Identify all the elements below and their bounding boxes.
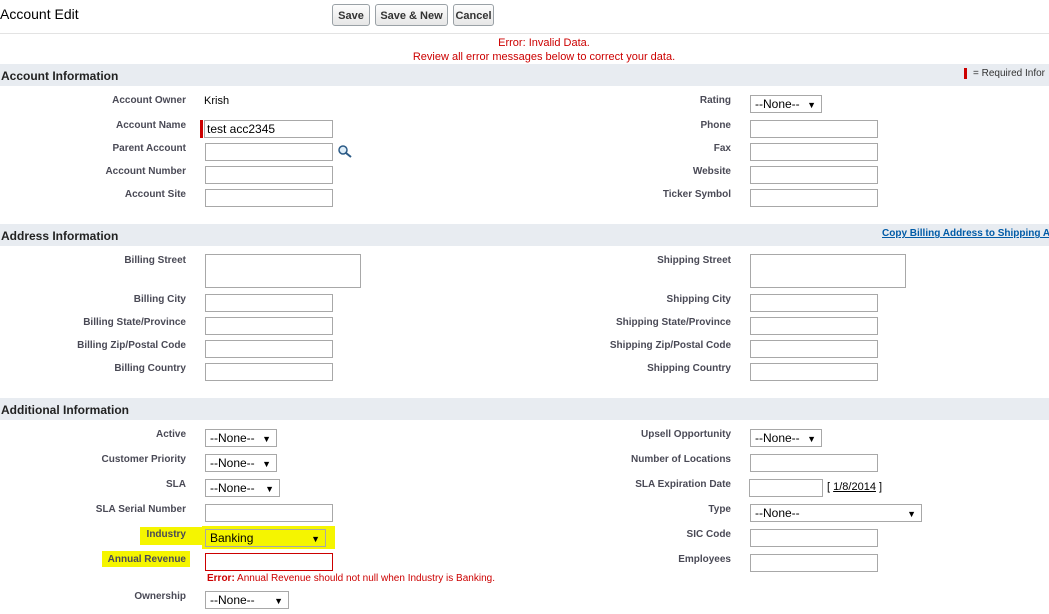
upsell-selected-value: --None-- (755, 431, 800, 445)
header-divider (0, 33, 1049, 34)
chevron-down-icon: ▼ (807, 434, 816, 444)
chevron-down-icon: ▼ (807, 100, 816, 110)
upsell-opportunity-select[interactable]: --None-- ▼ (750, 429, 822, 447)
section-title: Address Information (1, 229, 119, 243)
error-summary-message: Review all error messages below to corre… (412, 51, 676, 63)
section-address-information: Address Information Copy Billing Address… (0, 224, 1049, 246)
chevron-down-icon: ▼ (907, 509, 916, 519)
employees-input[interactable] (750, 554, 878, 572)
ownership-selected-value: --None-- (210, 593, 255, 607)
type-label: Type (708, 504, 731, 515)
rating-select[interactable]: --None-- ▼ (750, 95, 822, 113)
ownership-label: Ownership (134, 591, 186, 602)
sla-expiration-today: [ 1/8/2014 ] (827, 481, 882, 493)
sla-expiration-date-input[interactable] (749, 479, 823, 497)
shipping-zip-label: Shipping Zip/Postal Code (609, 340, 731, 351)
shipping-country-input[interactable] (750, 363, 878, 381)
fax-input[interactable] (750, 143, 878, 161)
phone-input[interactable] (750, 120, 878, 138)
rating-selected-value: --None-- (755, 97, 800, 111)
shipping-city-input[interactable] (750, 294, 878, 312)
save-and-new-button[interactable]: Save & New (375, 4, 448, 26)
website-input[interactable] (750, 166, 878, 184)
number-of-locations-label: Number of Locations (630, 454, 731, 465)
shipping-state-input[interactable] (750, 317, 878, 335)
sic-code-input[interactable] (750, 529, 878, 547)
error-message: Annual Revenue should not null when Indu… (237, 573, 495, 584)
ticker-symbol-input[interactable] (750, 189, 878, 207)
cancel-button[interactable]: Cancel (453, 4, 494, 26)
shipping-zip-input[interactable] (750, 340, 878, 358)
section-additional-information: Additional Information (0, 398, 1049, 420)
sic-code-label: SIC Code (686, 529, 731, 540)
ownership-select[interactable]: --None-- ▼ (205, 591, 289, 609)
save-button[interactable]: Save (332, 4, 370, 26)
required-legend-text: = Required Infor (973, 68, 1045, 79)
type-select[interactable]: --None-- ▼ (750, 504, 922, 522)
section-title: Account Information (1, 69, 119, 83)
chevron-down-icon: ▼ (274, 596, 283, 606)
ticker-symbol-label: Ticker Symbol (662, 189, 731, 200)
annual-revenue-error: Error: Annual Revenue should not null wh… (207, 573, 495, 584)
phone-label: Phone (700, 120, 731, 131)
shipping-city-label: Shipping City (666, 294, 731, 305)
section-account-information: Account Information = Required Infor (0, 64, 1049, 86)
upsell-opportunity-label: Upsell Opportunity (641, 429, 731, 440)
required-indicator-legend (964, 68, 967, 79)
error-prefix: Error: (207, 573, 235, 584)
bracket-open: [ (827, 481, 831, 493)
fax-label: Fax (713, 143, 731, 154)
website-label: Website (692, 166, 731, 177)
shipping-country-label: Shipping Country (647, 363, 731, 374)
section-title: Additional Information (1, 403, 129, 417)
rating-label: Rating (699, 95, 731, 106)
page-title: Account Edit (0, 6, 79, 22)
number-of-locations-input[interactable] (750, 454, 878, 472)
bracket-close: ] (879, 481, 883, 493)
today-date-link[interactable]: 1/8/2014 (833, 481, 876, 493)
shipping-state-label: Shipping State/Province (615, 317, 731, 328)
shipping-street-textarea[interactable] (750, 254, 906, 288)
type-selected-value: --None-- (755, 506, 800, 520)
shipping-street-label: Shipping Street (657, 255, 731, 266)
error-summary-title: Error: Invalid Data. (498, 37, 590, 49)
employees-label: Employees (678, 554, 731, 565)
copy-billing-to-shipping-link[interactable]: Copy Billing Address to Shipping A (882, 228, 1049, 239)
sla-expiration-date-label: SLA Expiration Date (635, 479, 731, 490)
